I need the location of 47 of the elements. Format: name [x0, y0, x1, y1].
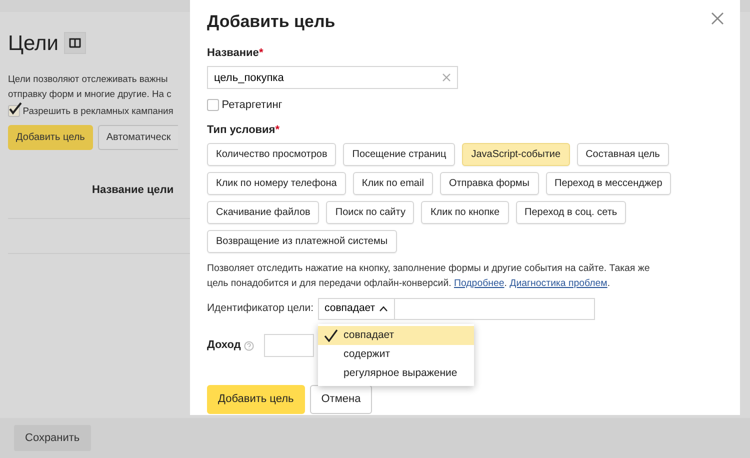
condition-type-chip[interactable]: Составная цель: [576, 143, 669, 166]
dropdown-option[interactable]: содержит: [318, 345, 474, 364]
condition-type-chip[interactable]: Клик по email: [352, 172, 433, 195]
condition-type-chip[interactable]: Количество просмотров: [207, 143, 336, 166]
dialog-title: Добавить цель: [207, 12, 336, 32]
condition-type-chip[interactable]: Переход в соц. сеть: [516, 201, 626, 224]
identifier-label: Идентификатор цели:: [207, 301, 314, 316]
dropdown-option[interactable]: регулярное выражение: [318, 364, 474, 383]
checkbox[interactable]: [8, 104, 20, 116]
column-header: Название цели: [92, 183, 174, 198]
income-field[interactable]: [264, 334, 314, 357]
condition-type-chip[interactable]: Посещение страниц: [343, 143, 456, 166]
caret-icon: [379, 306, 388, 312]
match-select[interactable]: совпадает: [318, 298, 396, 320]
identifier-field[interactable]: [395, 298, 596, 320]
dropdown-option[interactable]: совпадает: [318, 326, 474, 345]
auto-button[interactable]: Автоматическ: [98, 125, 178, 150]
help-link[interactable]: Диагностика проблем: [510, 278, 608, 289]
cancel-button[interactable]: Отмена: [310, 385, 372, 414]
name-field[interactable]: цель_покупка: [207, 66, 458, 89]
condition-type-chip[interactable]: Возвращение из платежной системы: [207, 230, 397, 253]
close-icon[interactable]: [711, 10, 724, 26]
book-icon[interactable]: [64, 32, 86, 54]
checkbox-label: Разрешить в рекламных кампания: [22, 104, 174, 118]
check-icon: [324, 329, 338, 342]
condition-type-chip[interactable]: Поиск по сайту: [326, 201, 414, 224]
description-text: Цели позволяют отслеживать важны: [8, 72, 169, 86]
description-text: отправку форм и многие другие. На с: [8, 87, 172, 101]
income-label: Доход: [207, 338, 241, 354]
checkbox-label: Ретаргетинг: [222, 98, 282, 113]
condition-type-chip[interactable]: Скачивание файлов: [207, 201, 320, 224]
field-label: Тип условия*: [207, 122, 281, 138]
condition-type-chip[interactable]: Отправка формы: [440, 172, 538, 195]
page-title: Цели: [8, 32, 59, 54]
help-icon: [244, 340, 254, 350]
condition-type-chip[interactable]: Клик по номеру телефона: [207, 172, 346, 195]
clear-icon[interactable]: [442, 73, 451, 82]
field-label: Название*: [207, 46, 264, 60]
hint-text: Позволяет отследить нажатие на кнопку, заполнение формы и другие события на сайте. Такая же цель понадобится и для передачи офлайн-конверсий. Подробнее. Диагностика проблем.: [207, 262, 651, 291]
checkbox[interactable]: [207, 99, 219, 112]
condition-type-chip[interactable]: Клик по кнопке: [421, 201, 509, 224]
add-goal-button[interactable]: Добавить цель: [207, 385, 305, 414]
save-button[interactable]: Сохранить: [14, 424, 91, 452]
condition-type-chip[interactable]: JavaScript-событие: [462, 143, 570, 166]
add-goal-button[interactable]: Добавить цель: [8, 125, 93, 150]
help-link[interactable]: Подробнее: [454, 278, 504, 289]
condition-type-chip[interactable]: Переход в мессенджер: [546, 172, 672, 195]
